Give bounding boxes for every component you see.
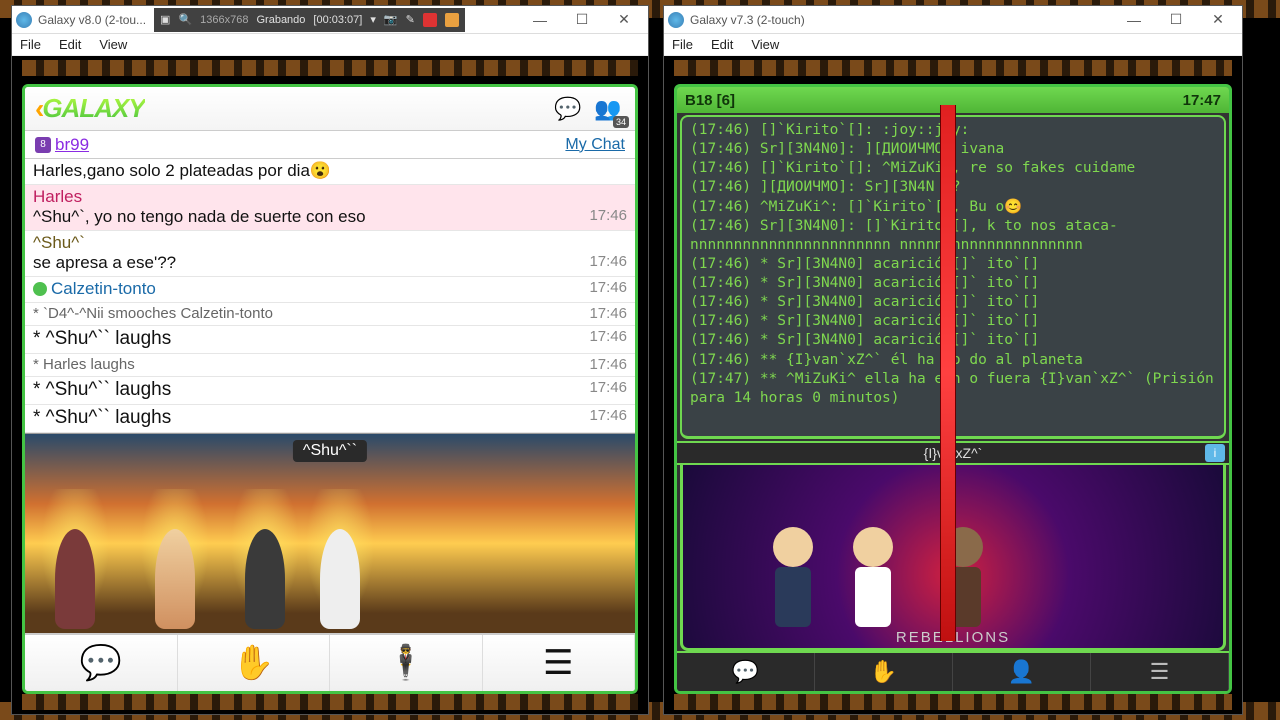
chat-text: * ^Shu^`` laughs bbox=[33, 328, 589, 350]
chat-time: 17:46 bbox=[589, 407, 627, 424]
clock: 17:47 bbox=[1183, 92, 1221, 109]
crop-icon[interactable]: ▣ bbox=[160, 13, 170, 26]
nav-chat-icon[interactable]: 💬 bbox=[25, 635, 178, 691]
zoom-icon[interactable]: 🔍 bbox=[178, 13, 192, 26]
pencil-icon[interactable]: ✎ bbox=[406, 13, 415, 26]
avatar-stage[interactable]: ^Shu^`` bbox=[25, 433, 635, 633]
info-icon[interactable]: i bbox=[1205, 444, 1225, 462]
nav-chat-icon[interactable]: 💬 bbox=[677, 653, 815, 691]
titlebar-right[interactable]: Galaxy v7.3 (2-touch) — ☐ ✕ bbox=[664, 6, 1242, 34]
close-button[interactable]: ✕ bbox=[1198, 8, 1238, 32]
close-button[interactable]: ✕ bbox=[604, 8, 644, 32]
right-window: Galaxy v7.3 (2-touch) — ☐ ✕ File Edit Vi… bbox=[663, 5, 1243, 715]
menu-edit[interactable]: Edit bbox=[59, 37, 81, 52]
recorder-bar[interactable]: ▣ 🔍 1366x768 Grabando [00:03:07] ▾ 📷 ✎ bbox=[154, 8, 465, 32]
menubar-right: File Edit View bbox=[664, 34, 1242, 56]
nav-hand-icon[interactable]: ✋ bbox=[815, 653, 953, 691]
pause-button[interactable] bbox=[445, 13, 459, 27]
app-icon bbox=[16, 12, 32, 28]
nav-list-icon[interactable]: ☰ bbox=[1091, 653, 1229, 691]
record-button[interactable] bbox=[423, 13, 437, 27]
minimize-button[interactable]: — bbox=[1114, 8, 1154, 32]
recorder-time: [00:03:07] bbox=[313, 14, 362, 26]
chat-text: * `D4^-^Nii smooches Calzetin-tonto bbox=[33, 305, 589, 322]
chat-text: * ^Shu^`` laughs bbox=[33, 379, 589, 401]
chat-time: 17:46 bbox=[589, 379, 627, 396]
chat-time: 17:46 bbox=[589, 253, 627, 270]
red-overlay-bar bbox=[940, 105, 956, 641]
chat-headline: Harles,gano solo 2 plateadas por dia😮 bbox=[33, 161, 627, 181]
chat-time: 17:46 bbox=[589, 356, 627, 373]
game-panel-left: ‹ GALAXY 💬 👥34 8 br99 My Chat Harles,gan… bbox=[22, 84, 638, 694]
menu-view[interactable]: View bbox=[99, 37, 127, 52]
camera-icon[interactable]: 📷 bbox=[384, 13, 398, 26]
room-badge: 8 bbox=[35, 137, 51, 153]
nav-person-icon[interactable]: 👤 bbox=[953, 653, 1091, 691]
recorder-label: Grabando bbox=[256, 14, 305, 26]
game-panel-right: B18 [6] 17:47 (17:46) []`Kirito`[]: :joy… bbox=[674, 84, 1232, 694]
nav-person-icon[interactable]: 🕴 bbox=[330, 635, 483, 691]
app-icon bbox=[668, 12, 684, 28]
menu-edit[interactable]: Edit bbox=[711, 37, 733, 52]
menu-file[interactable]: File bbox=[672, 37, 693, 52]
chat-area[interactable]: Harles,gano solo 2 plateadas por dia😮 Ha… bbox=[25, 159, 635, 433]
maximize-button[interactable]: ☐ bbox=[1156, 8, 1196, 32]
bottom-nav: 💬 ✋ 👤 ☰ bbox=[677, 651, 1229, 691]
avatar-name-tag[interactable]: ^Shu^`` bbox=[293, 440, 367, 462]
people-icon[interactable]: 👥34 bbox=[591, 94, 625, 124]
people-badge: 34 bbox=[613, 116, 629, 128]
chat-icon[interactable]: 💬 bbox=[551, 94, 585, 124]
chevron-down-icon[interactable]: ▾ bbox=[370, 13, 376, 26]
recorder-dims: 1366x768 bbox=[200, 14, 248, 26]
menu-file[interactable]: File bbox=[20, 37, 41, 52]
chat-nick: Harles bbox=[33, 187, 627, 207]
chat-text: ^Shu^`, yo no tengo nada de suerte con e… bbox=[33, 207, 589, 227]
menu-view[interactable]: View bbox=[751, 37, 779, 52]
chat-text: Calzetin-tonto bbox=[51, 279, 589, 299]
titlebar-left[interactable]: Galaxy v8.0 (2-tou... ▣ 🔍 1366x768 Graba… bbox=[12, 6, 648, 34]
window-title: Galaxy v8.0 (2-tou... bbox=[38, 13, 146, 27]
chat-text: * ^Shu^`` laughs bbox=[33, 407, 589, 429]
minimize-button[interactable]: — bbox=[520, 8, 560, 32]
chat-time: 17:46 bbox=[589, 328, 627, 345]
menubar-left: File Edit View bbox=[12, 34, 648, 56]
chat-text: se apresa a ese'?? bbox=[33, 253, 589, 273]
chat-nick: ^Shu^` bbox=[33, 233, 627, 253]
room-header[interactable]: B18 [6] bbox=[685, 92, 735, 109]
nav-hand-icon[interactable]: ✋ bbox=[178, 635, 331, 691]
chat-time: 17:46 bbox=[589, 305, 627, 322]
maximize-button[interactable]: ☐ bbox=[562, 8, 602, 32]
chat-time: 17:46 bbox=[589, 279, 627, 296]
my-chat-link[interactable]: My Chat bbox=[565, 136, 625, 154]
chat-time: 17:46 bbox=[589, 207, 627, 224]
left-window: Galaxy v8.0 (2-tou... ▣ 🔍 1366x768 Graba… bbox=[11, 5, 649, 715]
nav-list-icon[interactable]: ☰ bbox=[483, 635, 636, 691]
bottom-nav: 💬 ✋ 🕴 ☰ bbox=[25, 633, 635, 691]
room-name[interactable]: br99 bbox=[55, 135, 89, 155]
window-title: Galaxy v7.3 (2-touch) bbox=[690, 13, 805, 27]
status-dot-icon bbox=[33, 282, 47, 296]
galaxy-logo: GALAXY bbox=[42, 93, 144, 124]
chat-text: * Harles laughs bbox=[33, 356, 589, 373]
